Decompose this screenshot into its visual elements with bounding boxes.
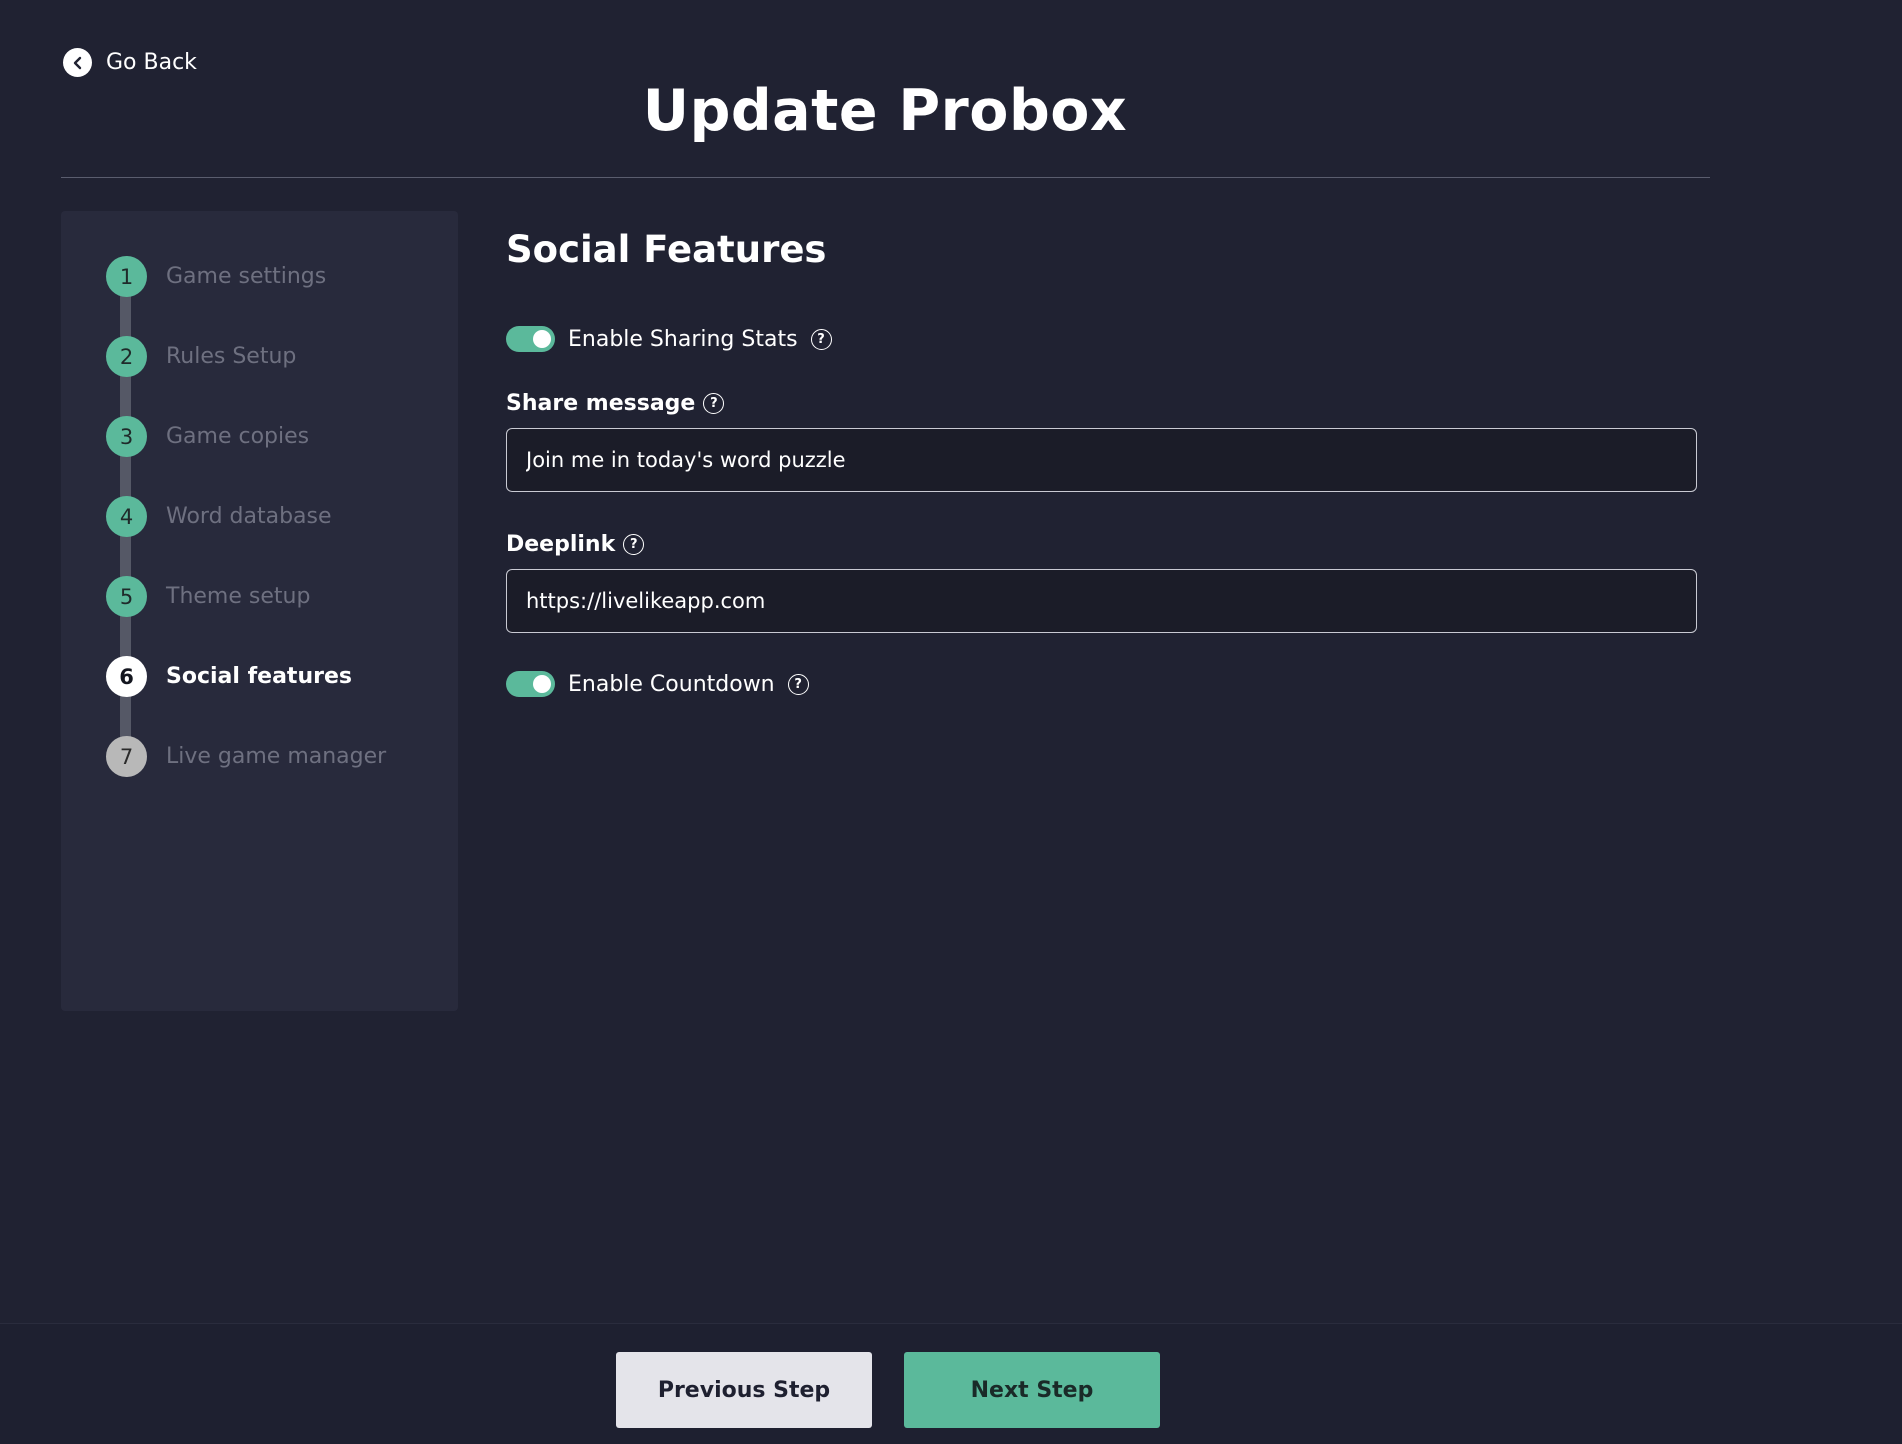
step-game-settings[interactable]: 1 Game settings <box>106 256 326 297</box>
enable-sharing-stats-toggle[interactable] <box>506 326 555 352</box>
countdown-label: Enable Countdown <box>568 671 775 697</box>
step-number: 5 <box>106 576 147 617</box>
toggle-knob <box>533 675 551 693</box>
deeplink-label-row: Deeplink ? <box>506 532 645 557</box>
step-social-features[interactable]: 6 Social features <box>106 656 352 697</box>
step-theme-setup[interactable]: 5 Theme setup <box>106 576 310 617</box>
deeplink-input[interactable] <box>506 569 1697 633</box>
share-message-label-row: Share message ? <box>506 391 725 416</box>
step-live-game-manager[interactable]: 7 Live game manager <box>106 736 386 777</box>
help-icon[interactable]: ? <box>623 534 645 555</box>
step-number: 7 <box>106 736 147 777</box>
sharing-stats-label: Enable Sharing Stats <box>568 326 798 352</box>
step-number: 4 <box>106 496 147 537</box>
step-number: 2 <box>106 336 147 377</box>
countdown-row: Enable Countdown ? <box>506 671 809 697</box>
step-label: Social features <box>166 664 352 689</box>
step-label: Live game manager <box>166 744 387 769</box>
step-number: 3 <box>106 416 147 457</box>
step-number: 6 <box>106 656 147 697</box>
enable-countdown-toggle[interactable] <box>506 671 555 697</box>
page: Go Back Update Probox 1 Game settings 2 … <box>0 0 1902 1444</box>
step-number: 1 <box>106 256 147 297</box>
share-message-input[interactable] <box>506 428 1697 492</box>
share-message-label: Share message <box>506 391 696 416</box>
next-step-button[interactable]: Next Step <box>904 1352 1160 1428</box>
step-word-database[interactable]: 4 Word database <box>106 496 332 537</box>
step-label: Word database <box>166 504 332 529</box>
step-label: Rules Setup <box>166 344 297 369</box>
step-label: Theme setup <box>166 584 311 609</box>
sharing-stats-row: Enable Sharing Stats ? <box>506 326 832 352</box>
section-title: Social Features <box>506 228 827 271</box>
toggle-knob <box>533 330 551 348</box>
help-icon[interactable]: ? <box>810 328 832 350</box>
go-back-link[interactable]: Go Back <box>63 48 197 77</box>
go-back-label: Go Back <box>106 50 197 75</box>
deeplink-label: Deeplink <box>506 532 616 557</box>
help-icon[interactable]: ? <box>703 393 725 414</box>
step-label: Game settings <box>166 264 327 289</box>
step-rules-setup[interactable]: 2 Rules Setup <box>106 336 296 377</box>
help-icon[interactable]: ? <box>787 673 809 695</box>
chevron-left-icon[interactable] <box>63 48 92 77</box>
page-title: Update Probox <box>642 78 1128 144</box>
step-game-copies[interactable]: 3 Game copies <box>106 416 309 457</box>
previous-step-button[interactable]: Previous Step <box>616 1352 872 1428</box>
header-divider <box>61 177 1710 178</box>
step-label: Game copies <box>166 424 310 449</box>
